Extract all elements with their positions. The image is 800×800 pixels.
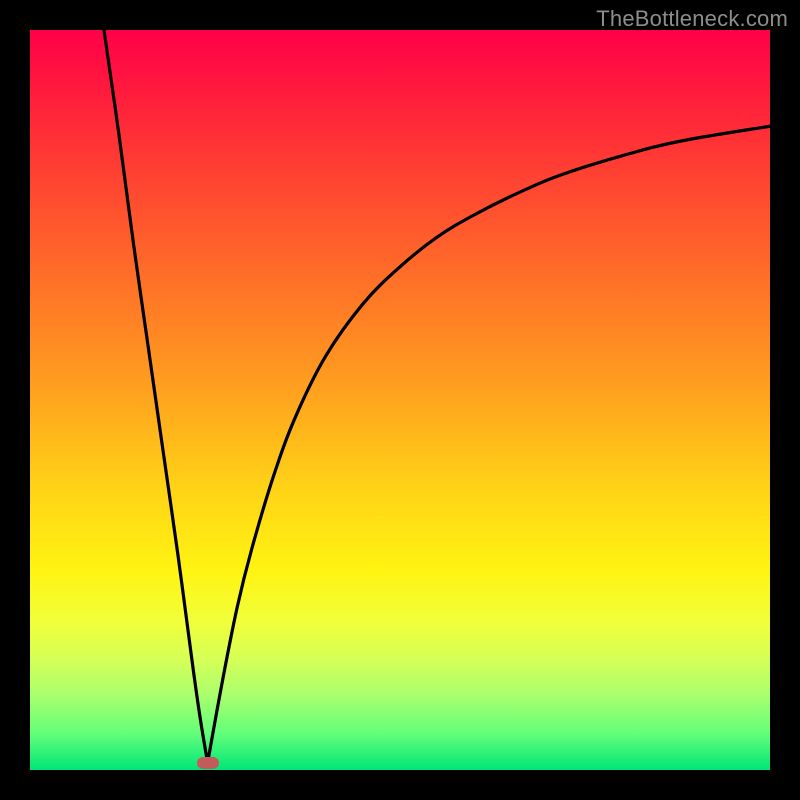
minimum-marker bbox=[197, 757, 219, 769]
plot-area bbox=[30, 30, 770, 770]
right-branch-path bbox=[208, 126, 770, 762]
curve-layer bbox=[30, 30, 770, 770]
left-branch-path bbox=[104, 30, 208, 763]
chart-frame: TheBottleneck.com bbox=[0, 0, 800, 800]
watermark-text: TheBottleneck.com bbox=[596, 6, 788, 32]
